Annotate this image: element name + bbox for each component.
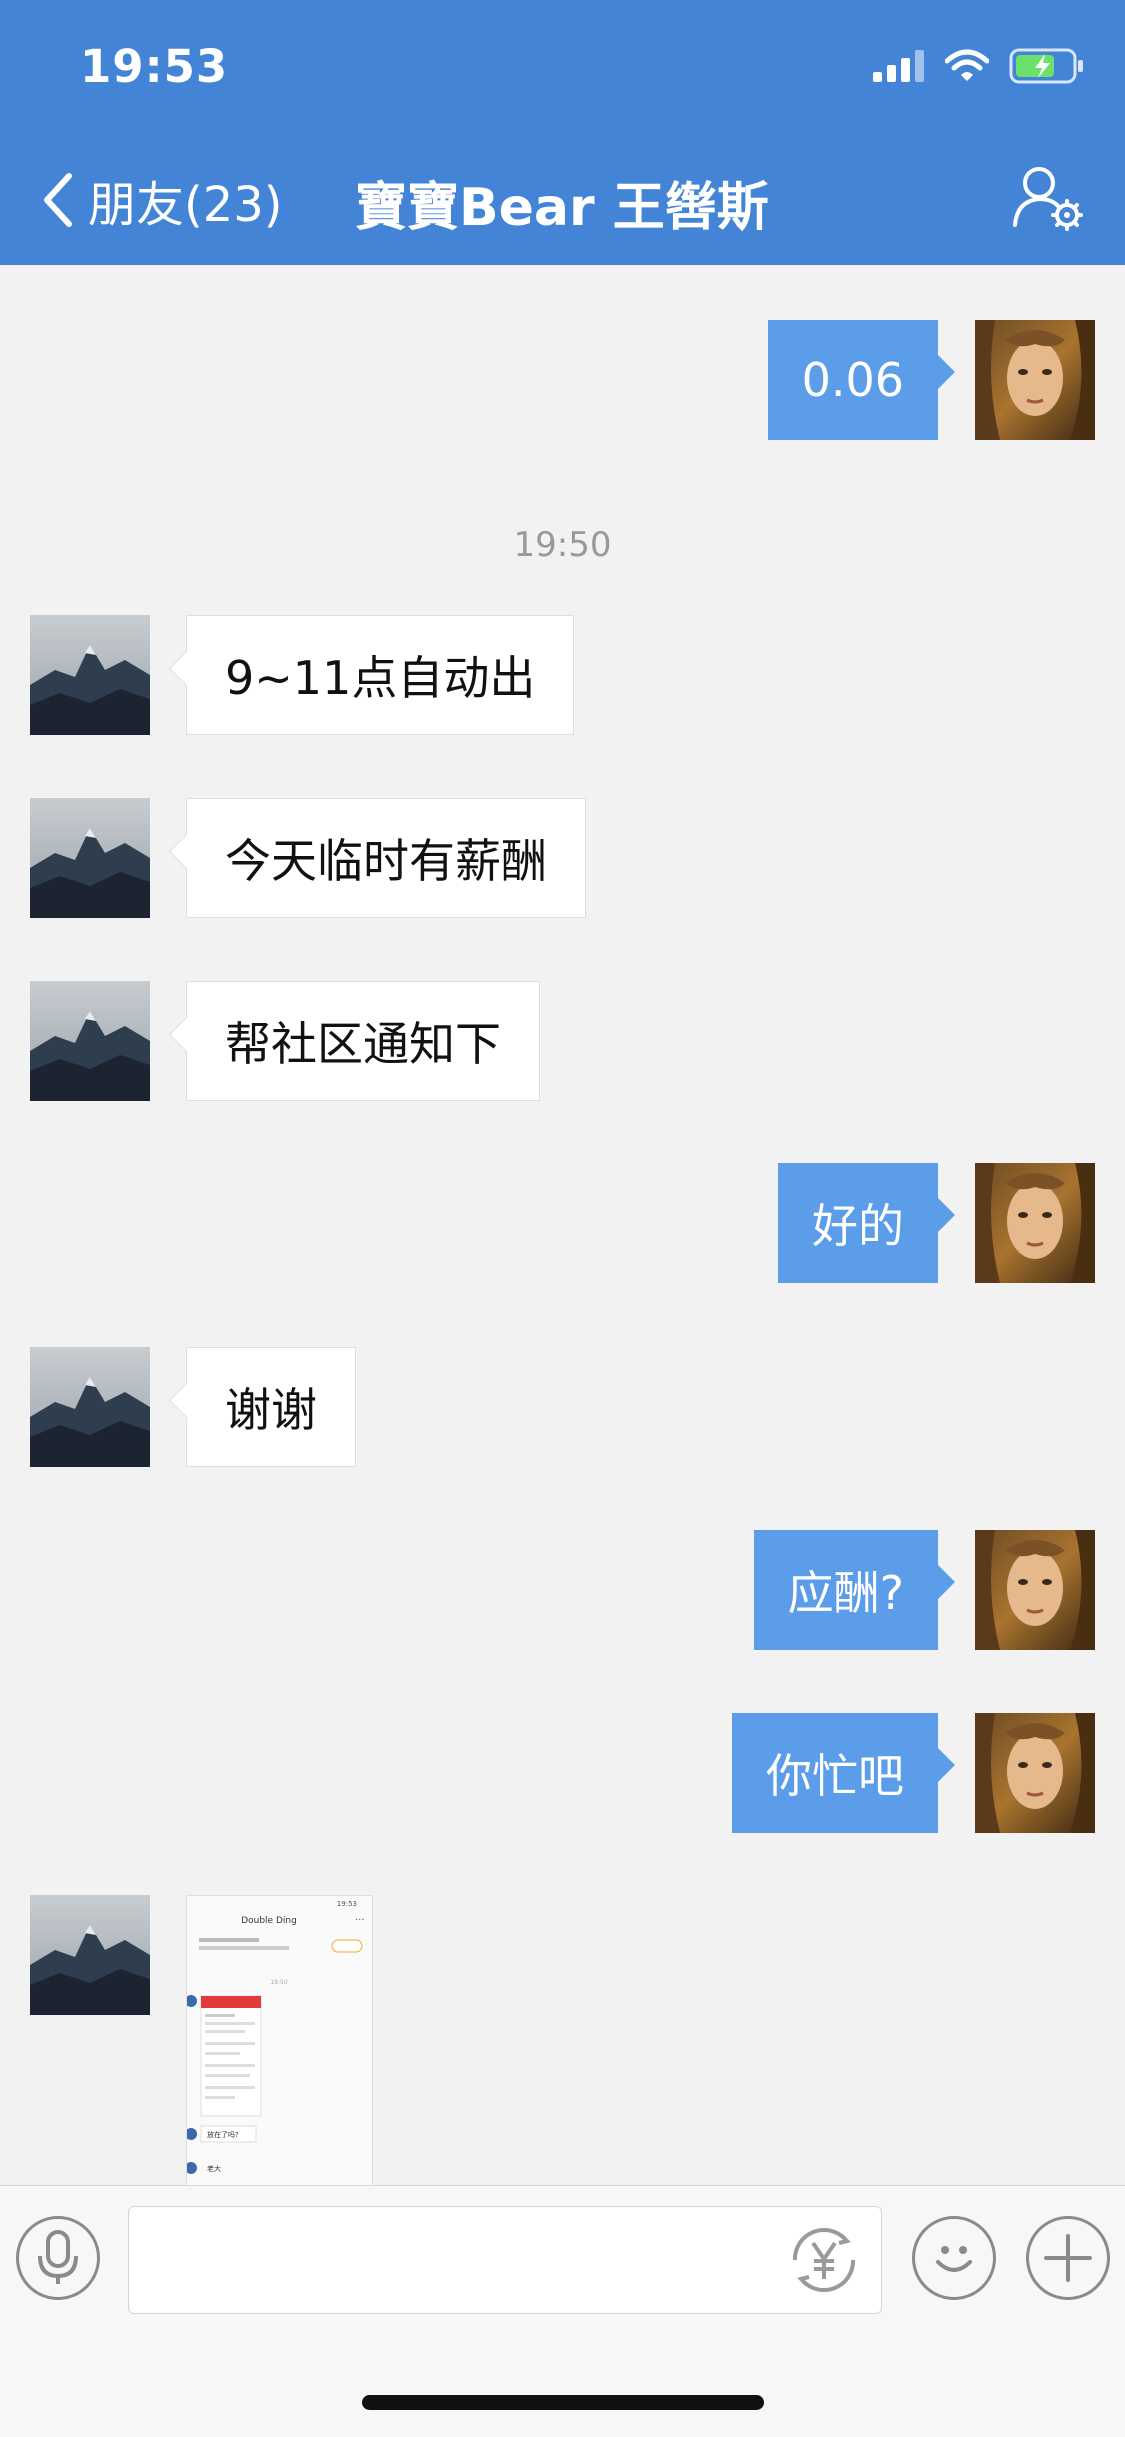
chat-title: 寶寶Bear 王辔斯 xyxy=(355,178,769,238)
avatar[interactable] xyxy=(30,1895,150,2015)
voice-button[interactable] xyxy=(16,2216,100,2300)
shared-image-reply1: 放在了吗? xyxy=(207,2130,239,2139)
incoming-bubble[interactable]: 帮社区通知下 xyxy=(186,981,540,1101)
incoming-bubble[interactable]: 今天临时有薪酬 xyxy=(186,798,586,918)
message-input[interactable] xyxy=(149,2207,793,2315)
message-input-container xyxy=(128,2206,882,2315)
avatar[interactable] xyxy=(30,615,150,735)
back-label: 朋友(23) xyxy=(88,177,283,233)
avatar[interactable] xyxy=(975,1713,1095,1833)
avatar[interactable] xyxy=(975,320,1095,440)
avatar[interactable] xyxy=(975,1163,1095,1283)
message-list[interactable]: 0.06 19:50 9~11点自动出 今天临时有薪酬 帮社区通知下 好的 谢谢… xyxy=(0,265,1125,2185)
signal-icon xyxy=(873,50,924,82)
outgoing-bubble[interactable]: 0.06 xyxy=(767,320,938,440)
shared-image-title: Double Ding xyxy=(241,1916,297,1926)
avatar[interactable] xyxy=(30,798,150,918)
profile-settings-button[interactable] xyxy=(1011,163,1085,237)
incoming-bubble[interactable]: 9~11点自动出 xyxy=(186,615,575,735)
profile-settings-icon xyxy=(1013,167,1083,231)
image-message[interactable]: 19:53 Double Ding ··· 19:50 放在了吗? 老大 xyxy=(186,1895,373,2185)
emoji-icon xyxy=(936,2246,972,2272)
shared-image-reply2: 老大 xyxy=(207,2164,221,2173)
status-icons xyxy=(873,48,1085,84)
shared-image-time: 19:50 xyxy=(270,1979,287,1986)
plus-icon xyxy=(1044,2234,1092,2282)
shared-image-status: 19:53 xyxy=(337,1900,357,1908)
emoji-button[interactable] xyxy=(912,2216,996,2300)
avatar[interactable] xyxy=(975,1530,1095,1650)
home-indicator xyxy=(362,2395,764,2410)
nav-header: 19:53 朋友(23) 寶寶Bear 王辔斯 xyxy=(0,0,1125,265)
battery-icon xyxy=(1009,48,1083,84)
back-button[interactable]: 朋友(23) xyxy=(42,165,283,235)
yuan-icon xyxy=(792,2228,856,2292)
chevron-left-icon xyxy=(44,173,72,227)
svg-text:···: ··· xyxy=(355,1915,365,1926)
incoming-bubble[interactable]: 谢谢 xyxy=(186,1347,356,1467)
status-time: 19:53 xyxy=(80,40,229,93)
outgoing-bubble[interactable]: 你忙吧 xyxy=(732,1713,938,1833)
wifi-icon xyxy=(945,49,989,81)
more-button[interactable] xyxy=(1026,2216,1110,2300)
avatar[interactable] xyxy=(30,1347,150,1467)
timestamp: 19:50 xyxy=(513,525,612,565)
microphone-icon xyxy=(38,2230,78,2284)
outgoing-bubble[interactable]: 应酬? xyxy=(753,1530,938,1650)
avatar[interactable] xyxy=(30,981,150,1101)
red-packet-button[interactable] xyxy=(785,2221,863,2303)
outgoing-bubble[interactable]: 好的 xyxy=(778,1163,938,1283)
